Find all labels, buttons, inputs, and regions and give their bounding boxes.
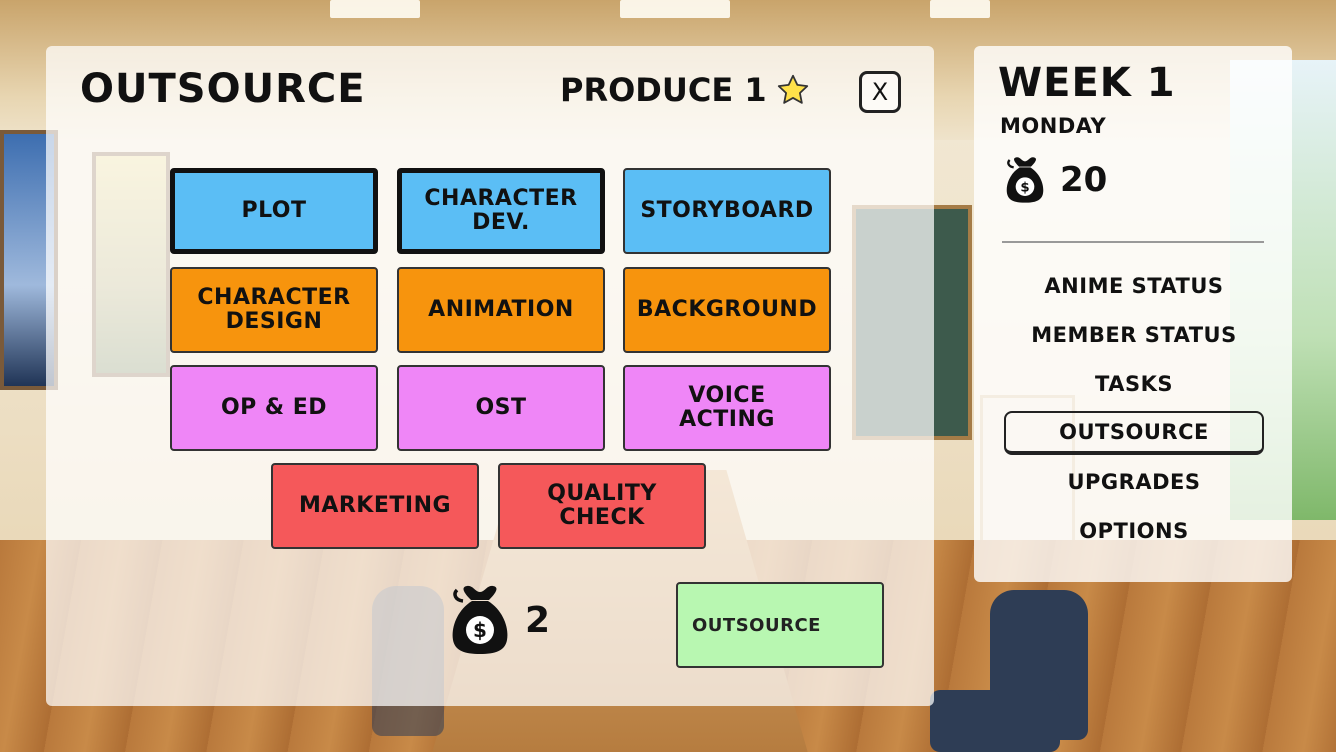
task-label: OST bbox=[475, 395, 527, 420]
menu-item-tasks[interactable]: TASKS bbox=[1004, 362, 1264, 406]
money-display: $ 20 bbox=[1004, 156, 1107, 204]
task-op-ed[interactable]: OP & ED bbox=[170, 365, 378, 451]
money-bag-icon: $ bbox=[1006, 157, 1044, 203]
chair-seat bbox=[930, 690, 1060, 752]
menu-item-member-status[interactable]: MEMBER STATUS bbox=[1004, 313, 1264, 357]
day-label: MONDAY bbox=[1000, 114, 1107, 138]
outsource-panel: OUTSOURCE PRODUCE 1 X PLOT CHARACTER DEV… bbox=[46, 46, 934, 706]
task-quality-check[interactable]: QUALITY CHECK bbox=[498, 463, 706, 549]
task-label: QUALITY CHECK bbox=[547, 481, 657, 530]
money-value: 20 bbox=[1060, 160, 1108, 200]
close-icon: X bbox=[871, 78, 889, 106]
ceiling-light bbox=[620, 0, 730, 18]
task-label: VOICE ACTING bbox=[679, 383, 775, 432]
panel-title: OUTSOURCE bbox=[80, 66, 366, 112]
money-bag-icon: $ bbox=[452, 585, 508, 654]
svg-text:$: $ bbox=[1020, 180, 1029, 195]
task-label: ANIMATION bbox=[428, 297, 574, 322]
task-background[interactable]: BACKGROUND bbox=[623, 267, 831, 353]
task-character-dev[interactable]: CHARACTER DEV. bbox=[397, 168, 605, 254]
produce-indicator: PRODUCE 1 bbox=[560, 71, 811, 109]
task-plot[interactable]: PLOT bbox=[170, 168, 378, 254]
task-voice-acting[interactable]: VOICE ACTING bbox=[623, 365, 831, 451]
task-label: OP & ED bbox=[220, 395, 328, 420]
task-label: MARKETING bbox=[298, 493, 452, 518]
side-panel: WEEK 1 MONDAY $ 20 ANIME STATUS MEMBER S… bbox=[974, 46, 1292, 582]
menu-item-outsource[interactable]: OUTSOURCE bbox=[1004, 411, 1264, 455]
produce-label: PRODUCE 1 bbox=[560, 71, 767, 109]
task-marketing[interactable]: MARKETING bbox=[271, 463, 479, 549]
svg-text:$: $ bbox=[473, 618, 487, 642]
task-ost[interactable]: OST bbox=[397, 365, 605, 451]
star-icon bbox=[777, 74, 808, 104]
week-label: WEEK 1 bbox=[998, 60, 1176, 106]
task-label: BACKGROUND bbox=[636, 297, 818, 322]
ceiling-light bbox=[330, 0, 420, 18]
task-label: CHARACTER DEV. bbox=[424, 186, 578, 235]
cost-value: 2 bbox=[525, 599, 551, 641]
close-button[interactable]: X bbox=[859, 71, 901, 113]
task-label: CHARACTER DESIGN bbox=[197, 285, 351, 334]
divider bbox=[1002, 241, 1264, 243]
task-label: STORYBOARD bbox=[640, 198, 814, 223]
menu-item-options[interactable]: OPTIONS bbox=[1004, 509, 1264, 553]
menu-item-anime-status[interactable]: ANIME STATUS bbox=[1004, 264, 1264, 308]
task-label: PLOT bbox=[241, 198, 307, 223]
outsource-cost: $ 2 bbox=[449, 584, 550, 656]
task-character-design[interactable]: CHARACTER DESIGN bbox=[170, 267, 378, 353]
outsource-button[interactable]: OUTSOURCE bbox=[676, 582, 884, 668]
side-menu: ANIME STATUS MEMBER STATUS TASKS OUTSOUR… bbox=[1004, 264, 1264, 558]
task-animation[interactable]: ANIMATION bbox=[397, 267, 605, 353]
menu-item-upgrades[interactable]: UPGRADES bbox=[1004, 460, 1264, 504]
task-storyboard[interactable]: STORYBOARD bbox=[623, 168, 831, 254]
ceiling-light bbox=[930, 0, 990, 18]
outsource-button-label: OUTSOURCE bbox=[692, 614, 821, 636]
